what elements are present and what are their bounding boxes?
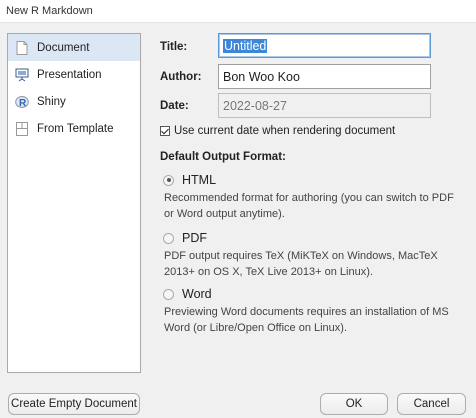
author-input-value: Bon Woo Koo [223, 69, 300, 84]
title-label: Title: [160, 41, 188, 53]
use-current-date-label: Use current date when rendering document [174, 125, 396, 137]
format-option-word[interactable]: Word [163, 287, 212, 301]
sidebar-item-document[interactable]: Document [8, 34, 140, 61]
sidebar-item-label: Presentation [37, 68, 102, 81]
word-radio[interactable] [163, 288, 174, 300]
pdf-radio[interactable] [163, 232, 174, 244]
format-description: Recommended format for authoring (you ca… [164, 192, 454, 220]
document-icon [15, 40, 29, 55]
use-current-date-checkbox-row[interactable]: Use current date when rendering document [160, 125, 395, 137]
date-input-value: 2022-08-27 [223, 98, 287, 113]
create-empty-document-button[interactable]: Create Empty Document [8, 393, 140, 415]
sidebar-item-label: Shiny [37, 95, 66, 108]
title-bar: New R Markdown [0, 0, 476, 23]
format-label: Word [182, 287, 212, 301]
sidebar-item-presentation[interactable]: Presentation [8, 61, 140, 88]
author-label: Author: [160, 71, 202, 83]
window-title: New R Markdown [6, 5, 93, 17]
format-description: Previewing Word documents requires an in… [164, 306, 449, 334]
svg-text:R: R [19, 98, 27, 109]
sidebar-item-label: Document [37, 41, 90, 54]
template-type-list: Document Presentation R Shiny From Templ… [7, 33, 141, 373]
sidebar-item-label: From Template [37, 122, 114, 135]
sidebar-item-shiny[interactable]: R Shiny [8, 88, 140, 115]
format-option-html[interactable]: HTML [163, 173, 216, 187]
title-input-value: Untitled [223, 38, 268, 53]
cancel-button[interactable]: Cancel [397, 393, 466, 415]
format-label: PDF [182, 231, 207, 245]
format-option-pdf[interactable]: PDF [163, 231, 207, 245]
output-format-label: Default Output Format: [160, 151, 286, 163]
presentation-icon [15, 68, 29, 82]
html-radio[interactable] [163, 174, 174, 186]
format-description: PDF output requires TeX (MiKTeX on Windo… [164, 250, 438, 278]
date-label: Date: [160, 100, 189, 112]
ok-button[interactable]: OK [320, 393, 388, 415]
date-input[interactable]: 2022-08-27 [218, 93, 431, 118]
sidebar-item-from-template[interactable]: From Template [8, 115, 140, 142]
title-input[interactable]: Untitled [218, 33, 431, 58]
shiny-r-icon: R [15, 95, 29, 109]
format-label: HTML [182, 173, 217, 187]
template-icon [15, 121, 29, 136]
use-current-date-checkbox[interactable] [160, 126, 170, 136]
author-input[interactable]: Bon Woo Koo [218, 64, 431, 89]
